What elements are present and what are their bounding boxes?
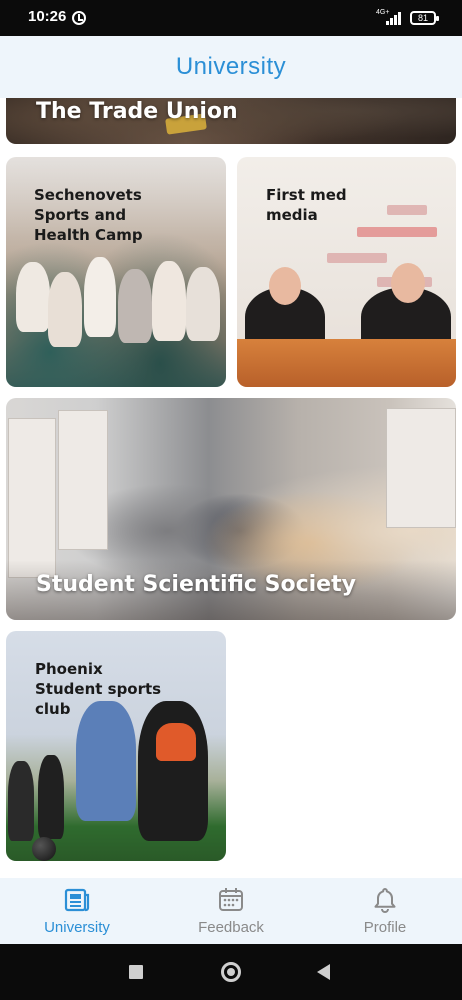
back-triangle-icon[interactable] [317, 964, 330, 980]
system-navigation-bar [0, 944, 462, 1000]
card-student-scientific-society[interactable]: Student Scientific Society [6, 398, 456, 620]
card-sports-camp[interactable]: Sechenovets Sports and Health Camp [6, 157, 226, 387]
football-graphic [32, 837, 56, 861]
card-title-first-med-media: First med media [266, 186, 347, 224]
app-header: University [0, 36, 462, 98]
card-first-med-media[interactable]: First med media [237, 157, 456, 387]
card-title-sports-camp: Sechenovets Sports and Health Camp [34, 186, 143, 244]
card-title-student-scientific-society: Student Scientific Society [36, 572, 356, 597]
nav-item-feedback[interactable]: Feedback [154, 886, 308, 936]
university-content[interactable]: The Trade Union Sechenovets Sports and H… [0, 98, 462, 878]
status-bar: 10:26 4G+ 81 [0, 0, 462, 36]
desk-graphic [237, 339, 456, 387]
page-title: University [175, 53, 287, 80]
nav-label-university: University [44, 919, 110, 936]
nav-item-profile[interactable]: Profile [308, 886, 462, 936]
recents-square-icon[interactable] [129, 965, 143, 979]
nav-label-profile: Profile [363, 919, 407, 936]
calendar-icon [219, 888, 243, 911]
card-trade-union[interactable]: The Trade Union [6, 98, 456, 144]
battery-icon: 81 [410, 11, 439, 25]
card-title-phoenix: Phoenix Student sports club [35, 660, 162, 718]
status-time: 10:26 [28, 8, 67, 25]
newspaper-icon [64, 888, 90, 912]
home-circle-icon[interactable] [221, 962, 241, 982]
bell-icon [374, 888, 396, 913]
nav-item-university[interactable]: University [0, 886, 154, 936]
nav-label-feedback: Feedback [198, 919, 264, 936]
signal-icon [386, 11, 402, 25]
alarm-icon [72, 11, 86, 25]
bottom-navigation: University Feedback Profile [0, 878, 462, 944]
card-phoenix-sports-club[interactable]: Phoenix Student sports club [6, 631, 226, 861]
card-title-trade-union: The Trade Union [36, 99, 238, 124]
